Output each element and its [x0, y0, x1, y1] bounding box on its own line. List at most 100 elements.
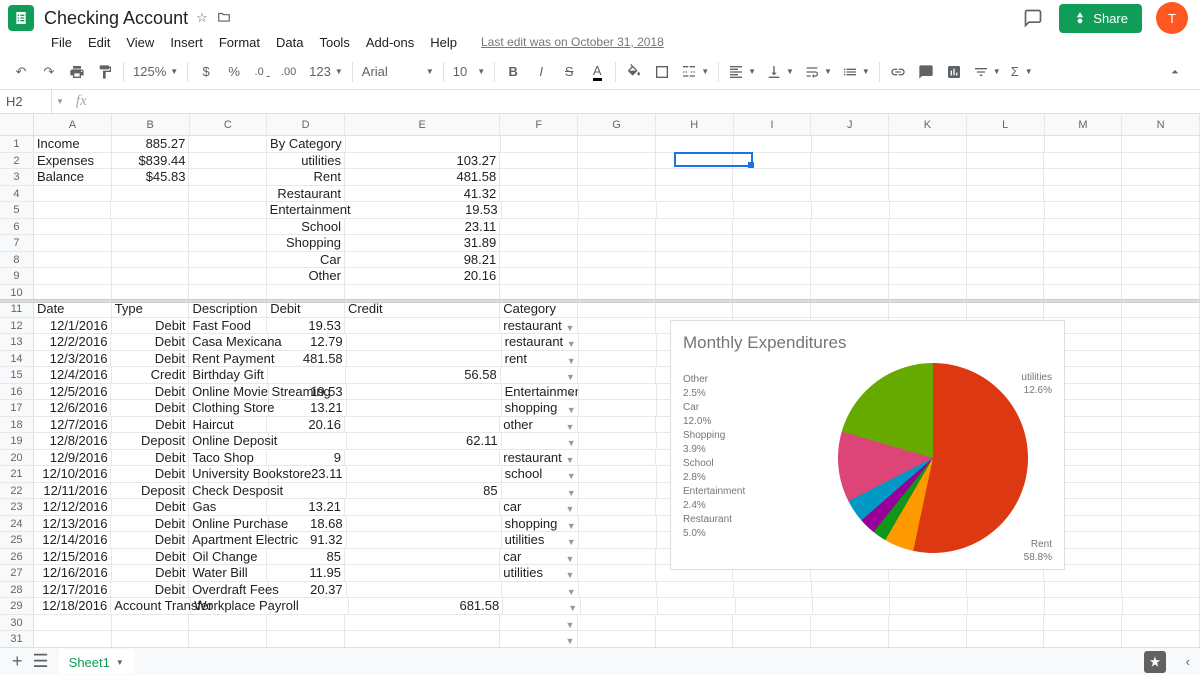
cell[interactable] [967, 153, 1045, 169]
cell[interactable]: $45.83 [112, 169, 190, 185]
cell[interactable] [189, 202, 267, 218]
cell[interactable] [733, 615, 811, 631]
row-header[interactable]: 8 [0, 252, 34, 268]
cell[interactable] [967, 252, 1045, 268]
cell[interactable]: Category [500, 301, 578, 317]
cell[interactable]: Rent [267, 169, 345, 185]
cell[interactable] [268, 367, 346, 383]
cell[interactable] [347, 334, 502, 350]
cell[interactable] [579, 334, 657, 350]
cell[interactable] [1122, 334, 1200, 350]
cell[interactable]: Expenses [34, 153, 112, 169]
row-header[interactable]: 26 [0, 549, 34, 565]
cell[interactable]: 11.95 [267, 565, 345, 581]
cell[interactable]: ▼ [501, 367, 579, 383]
cell[interactable] [1122, 235, 1200, 251]
col-header[interactable]: F [500, 114, 578, 135]
cell[interactable] [347, 466, 502, 482]
cell[interactable]: 13.21 [269, 400, 347, 416]
cell[interactable]: 12/17/2016 [34, 582, 112, 598]
dropdown-arrow-icon[interactable]: ▼ [565, 584, 577, 596]
cell[interactable] [189, 136, 267, 152]
cell[interactable] [578, 367, 656, 383]
cell[interactable]: Debit [112, 417, 190, 433]
cell[interactable] [500, 268, 578, 284]
cell[interactable]: 885.27 [112, 136, 190, 152]
dropdown-arrow-icon[interactable]: ▼ [565, 518, 577, 530]
cell[interactable]: Income [34, 136, 112, 152]
cell[interactable] [1044, 631, 1122, 647]
cell[interactable]: 12/15/2016 [34, 549, 112, 565]
dropdown-arrow-icon[interactable]: ▼ [564, 419, 576, 431]
cell[interactable] [658, 598, 735, 614]
cell[interactable]: 12/9/2016 [34, 450, 112, 466]
cell[interactable] [1122, 252, 1200, 268]
cell[interactable]: ▼ [503, 598, 580, 614]
cell[interactable] [1123, 598, 1200, 614]
cell[interactable] [269, 433, 347, 449]
all-sheets-button[interactable]: ☰ [33, 651, 49, 672]
dropdown-arrow-icon[interactable]: ▼ [565, 353, 577, 365]
cell[interactable] [812, 582, 890, 598]
cell[interactable]: Debit [111, 582, 189, 598]
cell[interactable] [889, 252, 967, 268]
cell[interactable] [889, 219, 967, 235]
dropdown-arrow-icon[interactable]: ▼ [567, 600, 579, 612]
cell[interactable] [1122, 433, 1200, 449]
cell[interactable]: Fast Food [189, 318, 267, 334]
cell[interactable] [811, 268, 889, 284]
vertical-align-button[interactable]: ▼ [762, 64, 798, 80]
cell[interactable] [889, 631, 967, 647]
cell[interactable] [347, 532, 502, 548]
cell[interactable] [578, 301, 656, 317]
cell[interactable] [1122, 631, 1200, 647]
cell[interactable]: shopping▼ [502, 516, 580, 532]
cell[interactable] [34, 219, 112, 235]
cell[interactable] [347, 384, 502, 400]
cell[interactable] [812, 202, 890, 218]
cell[interactable] [1044, 169, 1122, 185]
cell[interactable]: Credit [112, 367, 190, 383]
cell[interactable]: 12/18/2016 [34, 598, 111, 614]
dropdown-arrow-icon[interactable]: ▼ [564, 320, 576, 332]
cell[interactable] [1122, 285, 1200, 301]
menu-help[interactable]: Help [423, 32, 464, 53]
cell[interactable] [345, 615, 500, 631]
decrease-decimal-button[interactable]: .0 [249, 59, 275, 85]
cell[interactable] [1044, 301, 1122, 317]
functions-button[interactable]: Σ▼ [1007, 64, 1037, 79]
row-header[interactable]: 18 [0, 417, 34, 433]
cell[interactable]: car▼ [500, 549, 578, 565]
menu-tools[interactable]: Tools [312, 32, 356, 53]
cell[interactable] [578, 169, 656, 185]
row-header[interactable]: 17 [0, 400, 34, 416]
cell[interactable] [345, 450, 500, 466]
dropdown-arrow-icon[interactable]: ▼ [564, 633, 576, 645]
cell[interactable] [1044, 268, 1122, 284]
row-header[interactable]: 12 [0, 318, 34, 334]
col-header[interactable]: H [656, 114, 734, 135]
cell[interactable]: Entertainment [267, 202, 347, 218]
text-rotation-button[interactable]: ▼ [838, 64, 874, 80]
cell[interactable] [1122, 219, 1200, 235]
cell[interactable] [578, 186, 656, 202]
cell[interactable]: 23.11 [269, 466, 347, 482]
insert-comment-icon[interactable] [913, 59, 939, 85]
cell[interactable] [189, 615, 267, 631]
frozen-row-separator[interactable] [0, 299, 1200, 303]
cell[interactable]: 12/4/2016 [34, 367, 112, 383]
cell[interactable]: 12/6/2016 [34, 400, 112, 416]
font-size-select[interactable]: 10▼ [449, 64, 489, 79]
cell[interactable] [889, 169, 967, 185]
increase-decimal-button[interactable]: .00 [277, 59, 303, 85]
account-avatar[interactable]: T [1156, 2, 1188, 34]
cell[interactable] [189, 285, 267, 301]
col-header[interactable]: C [190, 114, 268, 135]
cell[interactable]: Online Movie Streaming [189, 384, 269, 400]
cell[interactable]: 12/10/2016 [34, 466, 112, 482]
cell[interactable] [813, 598, 890, 614]
cell[interactable] [967, 301, 1045, 317]
cell[interactable] [189, 186, 267, 202]
cell[interactable] [1122, 186, 1200, 202]
cell[interactable]: Debit [111, 400, 189, 416]
